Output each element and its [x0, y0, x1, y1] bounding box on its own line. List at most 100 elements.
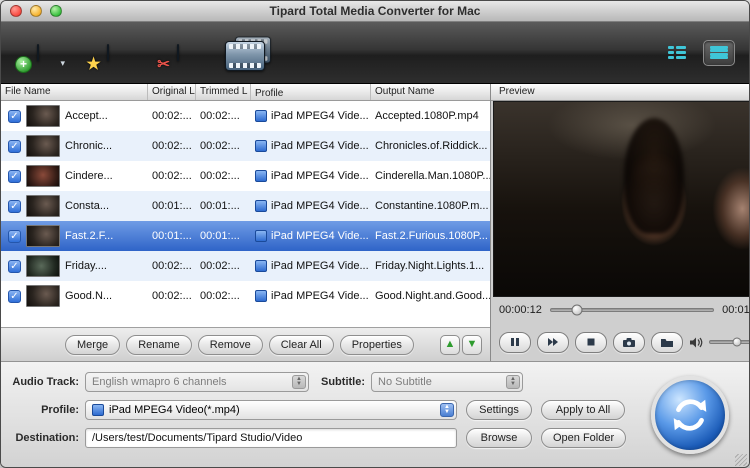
down-arrow-icon: ▼: [467, 339, 478, 350]
device-icon: [255, 170, 267, 182]
row-checkbox[interactable]: ✓: [8, 260, 21, 273]
output-name: Fast.2.Furious.1080P...: [371, 230, 490, 242]
table-row[interactable]: ✓Friday....00:02:...00:02:...iPad MPEG4 …: [1, 251, 490, 281]
browse-button[interactable]: Browse: [466, 428, 532, 448]
row-checkbox[interactable]: ✓: [8, 290, 21, 303]
file-name-cell: ✓Chronic...: [1, 135, 148, 157]
row-checkbox[interactable]: ✓: [8, 170, 21, 183]
thumbnail-view-button[interactable]: [661, 40, 693, 66]
clip-button[interactable]: ✂: [155, 33, 201, 73]
table-row[interactable]: ✓Good.N...00:02:...00:02:...iPad MPEG4 V…: [1, 281, 490, 311]
total-time: 00:01:20: [722, 304, 750, 316]
table-row[interactable]: ✓Consta...00:01:...00:01:...iPad MPEG4 V…: [1, 191, 490, 221]
reorder-buttons: ▲ ▼: [440, 335, 482, 355]
fast-forward-icon: [547, 337, 559, 347]
profile-cell: iPad MPEG4 Vide...: [251, 260, 371, 272]
file-name-cell: ✓ Accept...: [1, 105, 148, 127]
row-checkbox[interactable]: ✓: [8, 140, 21, 153]
open-folder-button[interactable]: Open Folder: [541, 428, 626, 448]
move-down-button[interactable]: ▼: [462, 335, 482, 355]
column-original-length[interactable]: Original Le: [148, 84, 196, 100]
convert-button[interactable]: [651, 376, 729, 454]
fast-forward-button[interactable]: [537, 332, 569, 353]
video-thumbnail: [26, 255, 60, 277]
preview-header: Preview: [491, 84, 750, 101]
popup-arrows-icon: ▲▼: [440, 403, 454, 417]
add-file-button[interactable]: + ▾: [15, 33, 61, 73]
trimmed-length: 00:01:...: [196, 230, 251, 242]
seek-knob[interactable]: [571, 305, 582, 316]
subtitle-select[interactable]: No Subtitle ▲▼: [371, 372, 523, 392]
audio-track-label: Audio Track:: [1, 376, 85, 388]
row-checkbox[interactable]: ✓: [8, 230, 21, 243]
preview-video[interactable]: [493, 101, 750, 297]
edit-effect-button[interactable]: ★: [85, 33, 131, 73]
list-view-button[interactable]: [703, 40, 735, 66]
file-name-text: Friday....: [65, 260, 107, 272]
file-name-cell: ✓Fast.2.F...: [1, 225, 148, 247]
pause-button[interactable]: [499, 332, 531, 353]
pause-icon: [510, 337, 520, 347]
table-row[interactable]: ✓Chronic...00:02:...00:02:...iPad MPEG4 …: [1, 131, 490, 161]
remove-button[interactable]: Remove: [198, 335, 263, 355]
audio-track-value: English wmapro 6 channels: [92, 376, 227, 388]
destination-input[interactable]: [85, 428, 457, 448]
column-profile[interactable]: Profile: [251, 84, 371, 100]
row-checkbox[interactable]: ✓: [8, 110, 21, 123]
volume-slider[interactable]: [709, 340, 750, 344]
destination-label: Destination:: [1, 432, 85, 444]
column-output-name[interactable]: Output Name: [371, 84, 490, 100]
apply-to-all-button[interactable]: Apply to All: [541, 400, 625, 420]
file-name-cell: ✓ Friday....: [1, 255, 148, 277]
trimmed-length: 00:02:...: [196, 170, 251, 182]
profile-text: iPad MPEG4 Vide...: [271, 170, 369, 182]
magic-star-icon: ★: [85, 56, 102, 73]
properties-button[interactable]: Properties: [340, 335, 414, 355]
profile-text: iPad MPEG4 Vide...: [271, 260, 369, 272]
speaker-icon[interactable]: [689, 336, 704, 349]
file-name-text: Accept...: [65, 110, 108, 122]
file-name-cell: ✓Cindere...: [1, 165, 148, 187]
output-name: Good.Night.and.Good...: [371, 290, 490, 302]
popup-arrows-icon: ▲▼: [292, 375, 306, 389]
profile-select[interactable]: iPad MPEG4 Video(*.mp4) ▲▼: [85, 400, 457, 420]
audio-track-select[interactable]: English wmapro 6 channels ▲▼: [85, 372, 309, 392]
snapshot-folder-button[interactable]: [651, 332, 683, 353]
app-window: Tipard Total Media Converter for Mac + ▾…: [0, 0, 750, 468]
row-checkbox[interactable]: ✓: [8, 200, 21, 213]
device-icon: [255, 290, 267, 302]
rename-button[interactable]: Rename: [126, 335, 192, 355]
profile-cell: iPad MPEG4 Vide...: [251, 230, 371, 242]
seek-slider[interactable]: [550, 308, 714, 312]
video-thumbnail: [26, 135, 60, 157]
table-row[interactable]: ✓Fast.2.F...00:01:...00:01:...iPad MPEG4…: [1, 221, 490, 251]
column-file-name[interactable]: File Name: [1, 84, 148, 100]
video-thumbnail: [26, 285, 60, 307]
main-toolbar: + ▾ ★ ✂: [1, 22, 749, 84]
profile-cell: iPad MPEG4 Vide...: [251, 290, 371, 302]
stop-button[interactable]: [575, 332, 607, 353]
table-row[interactable]: ✓Accept...00:02:...00:02:...iPad MPEG4 V…: [1, 101, 490, 131]
merge-button[interactable]: Merge: [65, 335, 120, 355]
table-row[interactable]: ✓Cindere...00:02:...00:02:...iPad MPEG4 …: [1, 161, 490, 191]
merge-tool-button[interactable]: [225, 33, 271, 73]
video-thumbnail: [26, 165, 60, 187]
clear-all-button[interactable]: Clear All: [269, 335, 334, 355]
video-thumbnail: [26, 225, 60, 247]
column-trimmed-length[interactable]: Trimmed L: [196, 84, 251, 100]
trimmed-length: 00:02:...: [196, 260, 251, 272]
original-length: 00:02:...: [148, 140, 196, 152]
resize-grip[interactable]: [735, 454, 747, 466]
move-up-button[interactable]: ▲: [440, 335, 460, 355]
window-title: Tipard Total Media Converter for Mac: [1, 4, 749, 18]
film-strip-icon: [107, 44, 109, 61]
playback-controls: [491, 323, 750, 361]
current-time: 00:00:12: [499, 304, 542, 316]
profile-text: iPad MPEG4 Vide...: [271, 110, 369, 122]
snapshot-button[interactable]: [613, 332, 645, 353]
settings-button[interactable]: Settings: [466, 400, 532, 420]
volume-knob[interactable]: [733, 338, 742, 347]
profile-cell: iPad MPEG4 Vide...: [251, 200, 371, 212]
output-name: Friday.Night.Lights.1...: [371, 260, 490, 272]
stop-icon: [586, 337, 596, 347]
